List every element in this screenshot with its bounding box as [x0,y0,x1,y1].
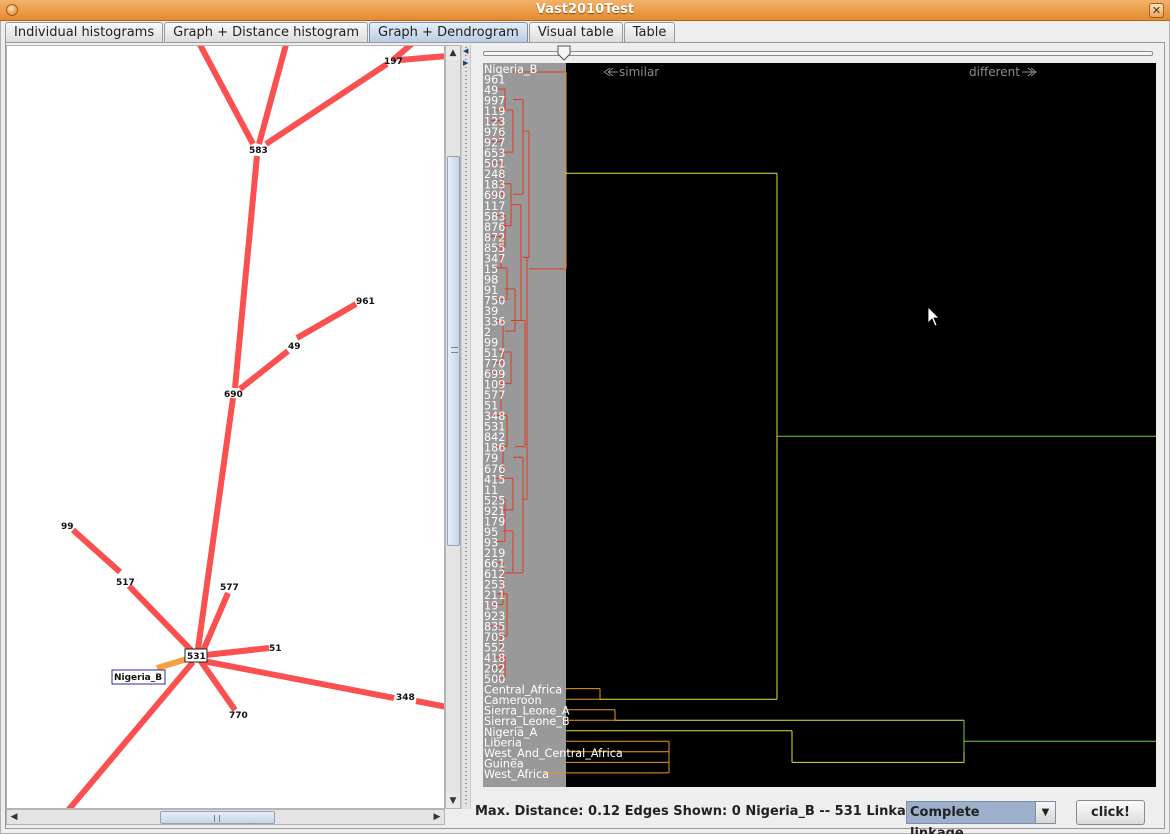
graph-node-583[interactable]: 583 [249,146,268,156]
linkage-selected-value: Complete linkage [907,802,1035,834]
scroll-right-icon[interactable]: ▶ [430,810,444,824]
grip-icon [214,815,220,822]
window-titlebar: Vast2010Test ✕ [0,0,1170,21]
graph-edge [197,46,256,146]
graph-edge [232,155,260,389]
distance-slider-knob[interactable] [557,45,571,61]
graph-edge [415,698,444,710]
graph-edge [264,61,389,147]
tab-individual-histograms[interactable]: Individual histograms [5,22,164,42]
split-pane-divider[interactable] [461,45,471,809]
graph-edge [126,583,195,654]
split-collapse-left-icon[interactable]: ◀ [463,48,470,55]
click-button[interactable]: click! [1076,800,1145,825]
graph-node-99[interactable]: 99 [61,522,74,532]
graph-node-531[interactable]: 531 [187,652,206,662]
dendrogram-leaf-label[interactable]: West_Africa [484,768,549,781]
window-close-button[interactable]: ✕ [1149,3,1164,18]
tab-graph-distance-histogram[interactable]: Graph + Distance histogram [164,22,369,42]
graph-node-49[interactable]: 49 [288,342,301,352]
mouse-cursor-icon [927,306,940,327]
graph-node-348[interactable]: 348 [396,693,415,703]
horizontal-scroll-thumb[interactable] [160,811,275,824]
graph-horizontal-scrollbar[interactable]: ◀ ▶ [6,809,445,825]
chevron-down-icon[interactable]: ▼ [1035,802,1055,823]
graph-node-51[interactable]: 51 [269,644,282,654]
graph-view[interactable]: 197 583 961 49 690 99 517 577 531 51 Nig… [6,45,445,809]
grip-icon [451,347,458,353]
scroll-up-icon[interactable]: ▲ [446,46,460,60]
selected-edge-text: Nigeria_B -- 531 [745,804,862,819]
max-distance-text: Max. Distance: 0.12 [475,804,621,819]
graph-vertical-scrollbar[interactable]: ▲ ▼ [445,45,461,809]
tab-graph-dendrogram[interactable]: Graph + Dendrogram [369,22,528,42]
tab-table[interactable]: Table [623,22,676,42]
graph-node-690[interactable]: 690 [224,390,243,400]
tab-bar: Individual histograms Graph + Distance h… [5,22,676,42]
graph-edge [202,658,395,701]
dendrogram-canvas[interactable]: Nigeria_B9614999711912397692765350124818… [483,63,1156,787]
vertical-scroll-thumb[interactable] [447,156,460,546]
distance-slider-track[interactable] [483,51,1153,56]
similar-label: similar [619,65,659,79]
graph-node-197[interactable]: 197 [384,57,403,67]
tab-visual-table[interactable]: Visual table [528,22,623,42]
graph-edge [205,645,270,658]
graph-node-nigeria-b[interactable]: Nigeria_B [114,673,162,683]
linkage-dropdown[interactable]: Complete linkage ▼ [906,801,1056,834]
dendrogram-view[interactable]: Nigeria_B 961 49 997 119 123 976 927 653 501 248 18… [483,63,1156,787]
scroll-down-icon[interactable]: ▼ [446,794,460,808]
graph-edge [238,348,290,392]
graph-edge [399,53,444,63]
graph-canvas[interactable]: 197 583 961 49 690 99 517 577 531 51 Nig… [7,46,445,809]
different-label: different [969,65,1020,79]
graph-edge [71,527,122,575]
status-bar: Max. Distance: 0.12 Edges Shown: 0 Niger… [475,804,924,819]
edges-shown-text: Edges Shown: 0 [624,804,741,819]
scroll-left-icon[interactable]: ◀ [7,810,21,824]
similar-indicator: similar [603,65,659,79]
graph-node-961[interactable]: 961 [356,297,375,307]
graph-edge [295,301,358,341]
split-collapse-right-icon[interactable]: ▶ [463,60,470,67]
graph-node-577[interactable]: 577 [220,583,239,593]
window-title: Vast2010Test [535,2,635,17]
graph-node-770[interactable]: 770 [229,711,248,721]
different-indicator: different [969,65,1037,79]
graph-node-517[interactable]: 517 [116,578,135,588]
